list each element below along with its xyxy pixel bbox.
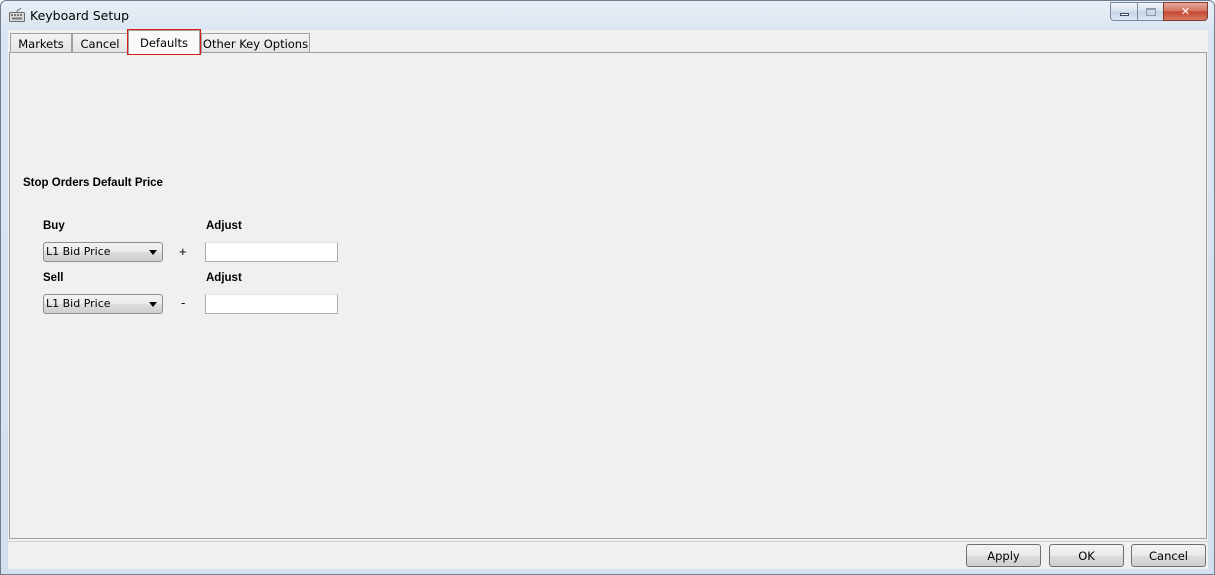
close-icon: ✕: [1180, 5, 1191, 18]
buy-adjust-input[interactable]: [205, 242, 338, 262]
minimize-button[interactable]: [1110, 2, 1137, 21]
title-bar[interactable]: Keyboard Setup ✕: [1, 1, 1214, 31]
sell-price-source-select[interactable]: L1 Bid Price: [43, 294, 163, 314]
maximize-icon: [1145, 7, 1156, 16]
chevron-down-icon: [149, 302, 157, 307]
close-button[interactable]: ✕: [1163, 2, 1208, 21]
tab-markets[interactable]: Markets: [10, 33, 72, 53]
chevron-down-icon: [149, 250, 157, 255]
sell-label: Sell: [43, 272, 64, 284]
section-title: Stop Orders Default Price: [23, 177, 163, 189]
buy-price-source-select[interactable]: L1 Bid Price: [43, 242, 163, 262]
sell-operator: -: [181, 295, 186, 310]
tab-cancel[interactable]: Cancel: [72, 33, 128, 53]
sell-adjust-input[interactable]: [205, 294, 338, 314]
defaults-tab-panel: Stop Orders Default Price Buy Adjust L1 …: [9, 52, 1207, 539]
keyboard-setup-window: Keyboard Setup ✕ Markets Cancel Defaults…: [0, 0, 1215, 575]
footer-divider: [8, 541, 1208, 542]
tab-other-key-options[interactable]: Other Key Options: [201, 33, 310, 53]
tab-defaults[interactable]: Defaults: [127, 29, 201, 55]
buy-operator: +: [179, 244, 187, 259]
buy-price-source-value: L1 Bid Price: [46, 245, 111, 258]
cancel-button[interactable]: Cancel: [1131, 544, 1206, 567]
dialog-client-area: Markets Cancel Defaults Other Key Option…: [8, 29, 1208, 569]
ok-button[interactable]: OK: [1049, 544, 1124, 567]
apply-button[interactable]: Apply: [966, 544, 1041, 567]
buy-label: Buy: [43, 220, 65, 232]
sell-adjust-label: Adjust: [206, 272, 242, 284]
tab-strip: Markets Cancel Defaults Other Key Option…: [8, 29, 1208, 55]
maximize-button[interactable]: [1137, 2, 1163, 21]
minimize-icon: [1119, 13, 1129, 16]
window-title: Keyboard Setup: [30, 8, 130, 23]
buy-adjust-label: Adjust: [206, 220, 242, 232]
sell-price-source-value: L1 Bid Price: [46, 297, 111, 310]
keyboard-icon: [9, 8, 25, 22]
